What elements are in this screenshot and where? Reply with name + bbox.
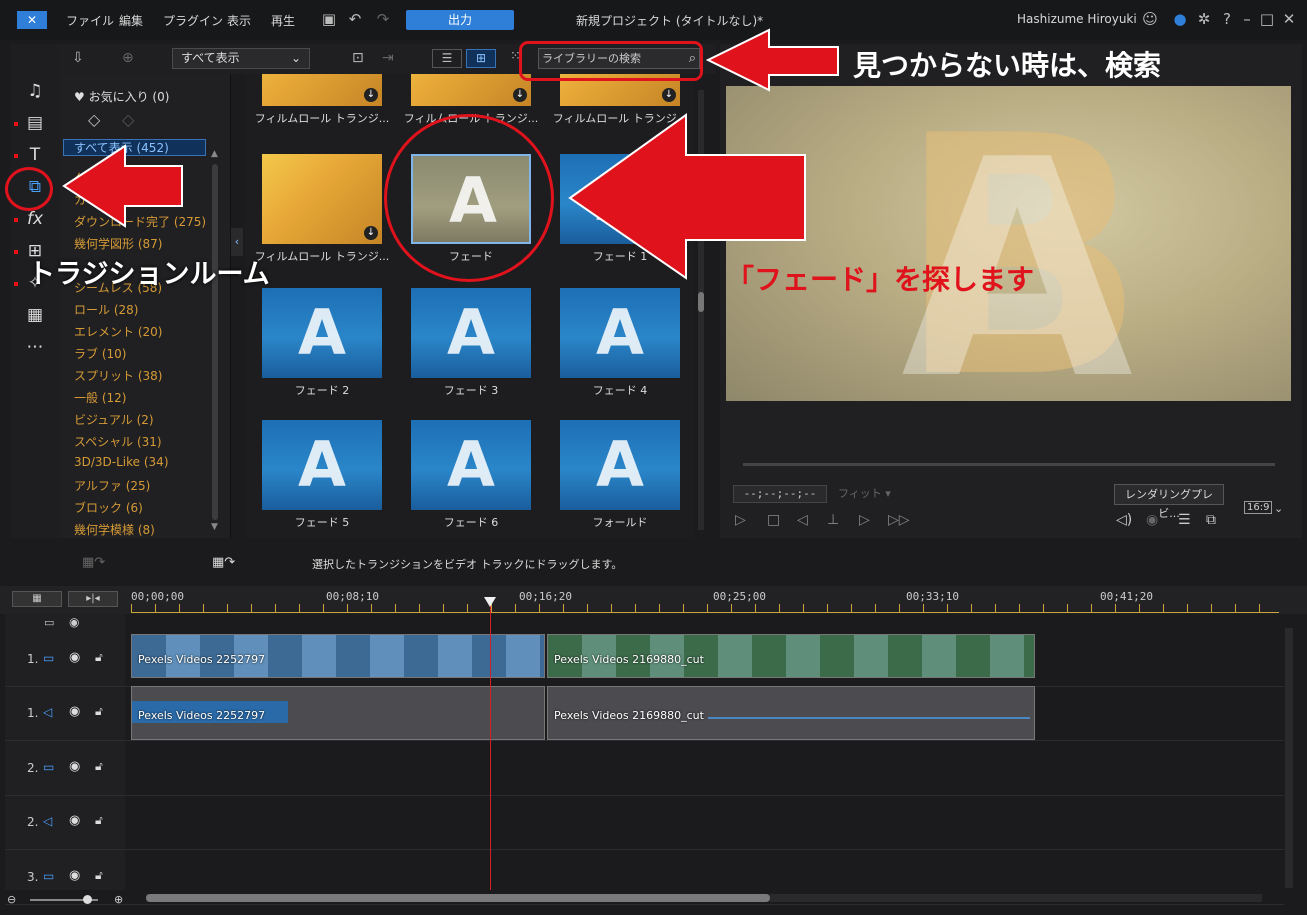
fade-note: 「フェード」を探します bbox=[726, 263, 1035, 296]
fade-arrow bbox=[568, 113, 806, 280]
room-arrow bbox=[62, 144, 183, 228]
room-note: トラジションルーム bbox=[28, 259, 270, 290]
search-note: 見つからない時は、検索 bbox=[853, 49, 1162, 82]
annotation-arrows bbox=[62, 28, 839, 280]
search-arrow bbox=[705, 28, 839, 92]
